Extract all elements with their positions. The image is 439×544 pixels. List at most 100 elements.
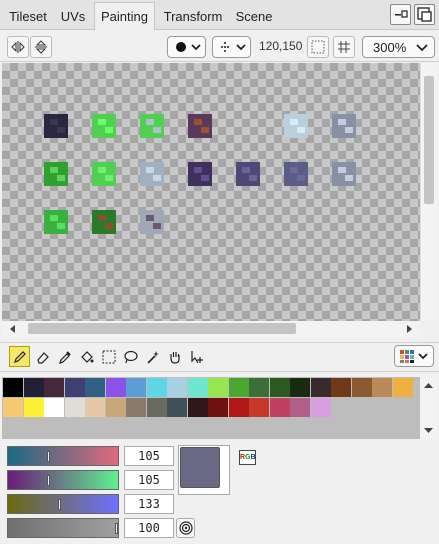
red-slider-knob[interactable]: [47, 451, 50, 462]
pencil-tool[interactable]: [9, 346, 30, 367]
tile-15[interactable]: [92, 210, 116, 234]
palette-swatch[interactable]: [310, 378, 331, 397]
palette-swatch[interactable]: [208, 398, 228, 417]
alpha-slider[interactable]: [7, 518, 119, 538]
scroll-right-icon[interactable]: [402, 322, 416, 336]
scroll-left-icon[interactable]: [6, 322, 20, 336]
palette-swatch[interactable]: [351, 378, 372, 397]
move-selection-tool[interactable]: [186, 346, 207, 367]
tile-16[interactable]: [140, 210, 164, 234]
palette-swatch[interactable]: [249, 398, 269, 417]
green-slider-knob[interactable]: [47, 475, 50, 486]
minimize-button[interactable]: [390, 4, 411, 25]
palette-swatch[interactable]: [23, 378, 44, 397]
alpha-slider-knob[interactable]: [115, 523, 118, 534]
palette-swatch[interactable]: [44, 378, 64, 397]
palette-swatch[interactable]: [269, 378, 290, 397]
palette-swatch[interactable]: [290, 398, 310, 417]
palette-scrollbar[interactable]: [420, 377, 437, 439]
palette-swatch[interactable]: [187, 378, 208, 397]
palette-swatch[interactable]: [208, 378, 228, 397]
eraser-tool[interactable]: [32, 346, 53, 367]
blue-value-field[interactable]: 133: [124, 494, 174, 514]
palette-swatch[interactable]: [392, 378, 413, 397]
palette-swatch[interactable]: [290, 378, 310, 397]
palette-swatch[interactable]: [64, 378, 85, 397]
tile-1[interactable]: [44, 114, 68, 138]
tile-3[interactable]: [140, 114, 164, 138]
palette-swatch[interactable]: [105, 398, 126, 417]
color-mode-button[interactable]: RGB: [239, 450, 256, 465]
tab-tileset[interactable]: Tileset: [3, 4, 53, 30]
palette-swatch[interactable]: [249, 378, 269, 397]
palette-swatch[interactable]: [372, 378, 392, 397]
palette-swatch[interactable]: [126, 378, 146, 397]
palette-swatch[interactable]: [146, 398, 167, 417]
palette-swatch[interactable]: [44, 398, 64, 417]
palette-swatch[interactable]: [187, 398, 208, 417]
palette-scroll-arrows-icon[interactable]: [420, 377, 437, 439]
palette-swatch[interactable]: [167, 378, 187, 397]
horizontal-scroll-thumb[interactable]: [28, 323, 296, 334]
tile-10[interactable]: [188, 162, 212, 186]
palette-swatch[interactable]: [105, 378, 126, 397]
tab-painting[interactable]: Painting: [94, 2, 155, 31]
tile-2[interactable]: [92, 114, 116, 138]
tab-scene[interactable]: Scene: [231, 4, 277, 30]
color-picker-button[interactable]: [176, 518, 195, 538]
palette-swatch[interactable]: [23, 398, 44, 417]
tab-uvs[interactable]: UVs: [55, 4, 91, 30]
tile-13[interactable]: [332, 162, 356, 186]
palette-menu-dropdown[interactable]: [394, 345, 434, 367]
palette-swatch[interactable]: [64, 398, 85, 417]
fill-tool[interactable]: [76, 346, 97, 367]
palette-swatch[interactable]: [228, 398, 249, 417]
eyedropper-tool[interactable]: [54, 346, 75, 367]
palette-swatch[interactable]: [331, 378, 351, 397]
tile-12[interactable]: [284, 162, 308, 186]
green-slider[interactable]: [7, 470, 119, 490]
palette-swatch[interactable]: [228, 378, 249, 397]
flip-vertical-button[interactable]: [30, 36, 52, 58]
zoom-dropdown[interactable]: 300%: [362, 36, 435, 58]
palette-swatch[interactable]: [3, 398, 23, 417]
blue-slider-knob[interactable]: [58, 499, 61, 510]
rect-select-tool[interactable]: [98, 346, 119, 367]
magic-wand-tool[interactable]: [142, 346, 163, 367]
palette-swatch[interactable]: [85, 398, 105, 417]
palette-swatch[interactable]: [146, 378, 167, 397]
tab-transform[interactable]: Transform: [158, 4, 228, 30]
palette-swatch[interactable]: [126, 398, 146, 417]
tile-8[interactable]: [92, 162, 116, 186]
lasso-tool[interactable]: [120, 346, 141, 367]
pan-tool[interactable]: [164, 346, 185, 367]
green-value-field[interactable]: 105: [124, 470, 174, 490]
tile-detail: [98, 119, 106, 125]
tile-6[interactable]: [332, 114, 356, 138]
tile-7[interactable]: [44, 162, 68, 186]
grid-toggle-button[interactable]: [307, 36, 329, 58]
palette-swatch[interactable]: [85, 378, 105, 397]
palette-swatch[interactable]: [167, 398, 187, 417]
brush-shape-dropdown[interactable]: [167, 36, 206, 58]
tile-14[interactable]: [44, 210, 68, 234]
brush-pattern-dropdown[interactable]: [212, 36, 251, 58]
color-palette[interactable]: [2, 377, 420, 439]
blue-slider[interactable]: [7, 494, 119, 514]
flip-horizontal-button[interactable]: [7, 36, 29, 58]
palette-swatch[interactable]: [3, 378, 23, 397]
tile-9[interactable]: [140, 162, 164, 186]
vertical-scroll-thumb[interactable]: [424, 76, 434, 204]
paint-canvas[interactable]: [2, 63, 420, 321]
red-slider[interactable]: [7, 446, 119, 466]
red-value-field[interactable]: 105: [124, 446, 174, 466]
pixel-grid-button[interactable]: [333, 36, 355, 58]
primary-color-swatch[interactable]: [180, 447, 220, 488]
popout-button[interactable]: [414, 4, 435, 25]
tile-5[interactable]: [284, 114, 308, 138]
palette-swatch[interactable]: [269, 398, 290, 417]
tile-4[interactable]: [188, 114, 212, 138]
alpha-value-field[interactable]: 100: [124, 518, 174, 538]
tile-11[interactable]: [236, 162, 260, 186]
palette-swatch[interactable]: [310, 398, 331, 417]
